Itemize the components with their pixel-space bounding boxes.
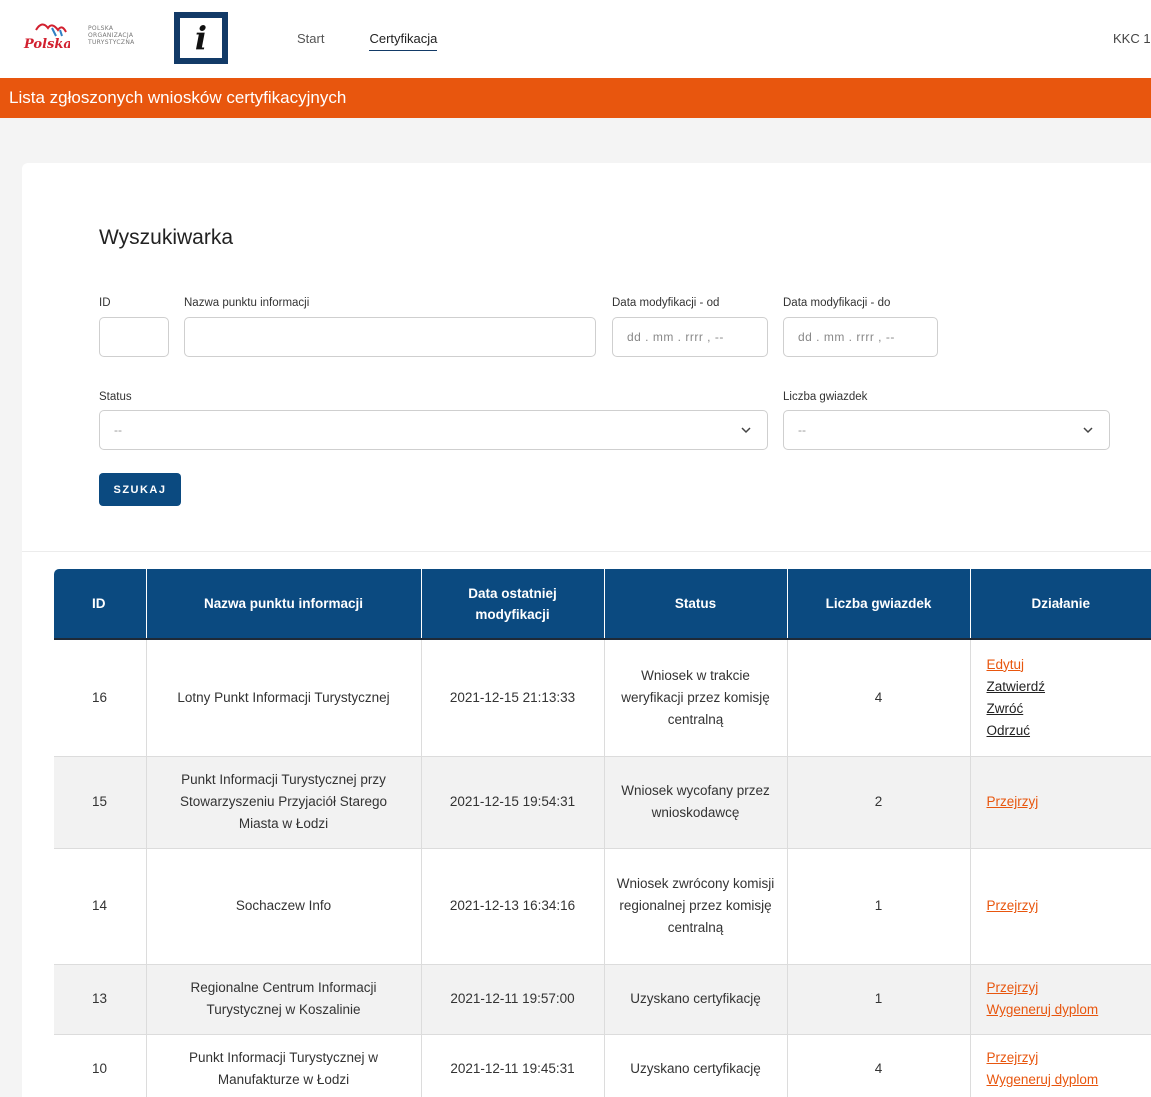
cell-status: Wniosek zwrócony komisji regionalnej prz…: [604, 848, 788, 965]
org-name: POLSKA ORGANIZACJA TURYSTYCZNA: [88, 24, 135, 46]
cell-actions: Przejrzyj: [970, 848, 1151, 965]
svg-text:Polska: Polska: [23, 37, 70, 52]
cell-date: 2021-12-15 19:54:31: [421, 756, 605, 849]
chevron-down-icon: [741, 427, 751, 434]
cell-id: 10: [54, 1034, 147, 1097]
return-link[interactable]: Zwróć: [987, 698, 1140, 720]
id-input[interactable]: [99, 317, 169, 357]
col-header-action: Działanie: [970, 569, 1151, 640]
status-select[interactable]: --: [99, 410, 768, 450]
cell-id: 16: [54, 639, 147, 757]
generate-diploma-link[interactable]: Wygeneruj dyplom: [987, 1069, 1140, 1091]
cell-stars: 1: [787, 964, 971, 1035]
cell-id: 15: [54, 756, 147, 849]
cell-name: Lotny Punkt Informacji Turystycznej: [146, 639, 422, 757]
view-link[interactable]: Przejrzyj: [987, 791, 1140, 813]
table-row: 15 Punkt Informacji Turystycznej przy St…: [54, 756, 1151, 849]
pot-logo[interactable]: Polska POLSKA ORGANIZACJA TURYSTYCZNA: [22, 18, 142, 52]
approve-link[interactable]: Zatwierdź: [987, 676, 1140, 698]
view-link[interactable]: Przejrzyj: [987, 977, 1140, 999]
cell-actions: Przejrzyj: [970, 756, 1151, 849]
search-title: Wyszukiwarka: [99, 226, 233, 249]
view-link[interactable]: Przejrzyj: [987, 895, 1140, 917]
stars-select[interactable]: --: [783, 410, 1110, 450]
status-label: Status: [99, 391, 132, 403]
cell-id: 14: [54, 848, 147, 965]
cell-actions: Edytuj Zatwierdź Zwróć Odrzuć: [970, 639, 1151, 757]
date-to-input[interactable]: dd . mm . rrrr , --: [783, 317, 938, 357]
generate-diploma-link[interactable]: Wygeneruj dyplom: [987, 999, 1140, 1021]
table-row: 13 Regionalne Centrum Informacji Turysty…: [54, 964, 1151, 1035]
nav-start[interactable]: Start: [297, 31, 324, 51]
date-from-input[interactable]: dd . mm . rrrr , --: [612, 317, 768, 357]
edit-link[interactable]: Edytuj: [987, 654, 1140, 676]
view-link[interactable]: Przejrzyj: [987, 1047, 1140, 1069]
cell-date: 2021-12-11 19:45:31: [421, 1034, 605, 1097]
cell-stars: 2: [787, 756, 971, 849]
cell-status: Uzyskano certyfikację: [604, 964, 788, 1035]
stars-label: Liczba gwiazdek: [783, 391, 868, 403]
col-header-stars[interactable]: Liczba gwiazdek: [787, 569, 971, 640]
cell-id: 13: [54, 964, 147, 1035]
cell-status: Wniosek w trakcie weryfikacji przez komi…: [604, 639, 788, 757]
cell-date: 2021-12-15 21:13:33: [421, 639, 605, 757]
top-bar: Polska POLSKA ORGANIZACJA TURYSTYCZNA i …: [0, 0, 1151, 78]
cell-name: Punkt Informacji Turystycznej przy Stowa…: [146, 756, 422, 849]
page-title-banner: Lista zgłoszonych wniosków certyfikacyjn…: [0, 78, 1151, 118]
cell-date: 2021-12-11 19:57:00: [421, 964, 605, 1035]
cell-actions: Przejrzyj Wygeneruj dyplom: [970, 1034, 1151, 1097]
content-card: Wyszukiwarka ID Nazwa punktu informacji …: [22, 163, 1151, 1097]
reject-link[interactable]: Odrzuć: [987, 720, 1140, 742]
table-row: 14 Sochaczew Info 2021-12-13 16:34:16 Wn…: [54, 848, 1151, 965]
polska-logo-icon: Polska: [22, 18, 70, 52]
cell-stars: 1: [787, 848, 971, 965]
info-icon: i: [180, 18, 222, 58]
cell-name: Sochaczew Info: [146, 848, 422, 965]
cell-actions: Przejrzyj Wygeneruj dyplom: [970, 964, 1151, 1035]
info-logo[interactable]: i: [174, 12, 228, 64]
cell-stars: 4: [787, 639, 971, 757]
col-header-date[interactable]: Data ostatniej modyfikacji: [421, 569, 605, 640]
page-title: Lista zgłoszonych wniosków certyfikacyjn…: [9, 88, 347, 107]
cell-status: Uzyskano certyfikację: [604, 1034, 788, 1097]
table-header-row: ID Nazwa punktu informacji Data ostatnie…: [54, 569, 1151, 640]
date-to-label: Data modyfikacji - do: [783, 297, 891, 309]
main-nav: Start Certyfikacja: [297, 31, 482, 51]
id-label: ID: [99, 297, 111, 309]
user-menu[interactable]: KKC 1: [1113, 31, 1151, 46]
col-header-status[interactable]: Status: [604, 569, 788, 640]
stars-select-value: --: [798, 423, 806, 437]
divider: [22, 551, 1151, 552]
name-label: Nazwa punktu informacji: [184, 297, 310, 309]
nav-certyfikacja[interactable]: Certyfikacja: [369, 31, 438, 51]
date-to-placeholder: dd . mm . rrrr , --: [798, 330, 895, 344]
cell-name: Regionalne Centrum Informacji Turystyczn…: [146, 964, 422, 1035]
name-input[interactable]: [184, 317, 596, 357]
cell-date: 2021-12-13 16:34:16: [421, 848, 605, 965]
table-row: 16 Lotny Punkt Informacji Turystycznej 2…: [54, 639, 1151, 757]
search-button[interactable]: SZUKAJ: [99, 473, 181, 506]
cell-status: Wniosek wycofany przez wnioskodawcę: [604, 756, 788, 849]
col-header-name[interactable]: Nazwa punktu informacji: [146, 569, 422, 640]
cell-stars: 4: [787, 1034, 971, 1097]
date-from-placeholder: dd . mm . rrrr , --: [627, 330, 724, 344]
cell-name: Punkt Informacji Turystycznej w Manufakt…: [146, 1034, 422, 1097]
applications-table: ID Nazwa punktu informacji Data ostatnie…: [54, 569, 1151, 1097]
table-row: 10 Punkt Informacji Turystycznej w Manuf…: [54, 1034, 1151, 1097]
col-header-id[interactable]: ID: [54, 569, 147, 640]
date-from-label: Data modyfikacji - od: [612, 297, 720, 309]
status-select-value: --: [114, 423, 122, 437]
chevron-down-icon: [1083, 427, 1093, 434]
